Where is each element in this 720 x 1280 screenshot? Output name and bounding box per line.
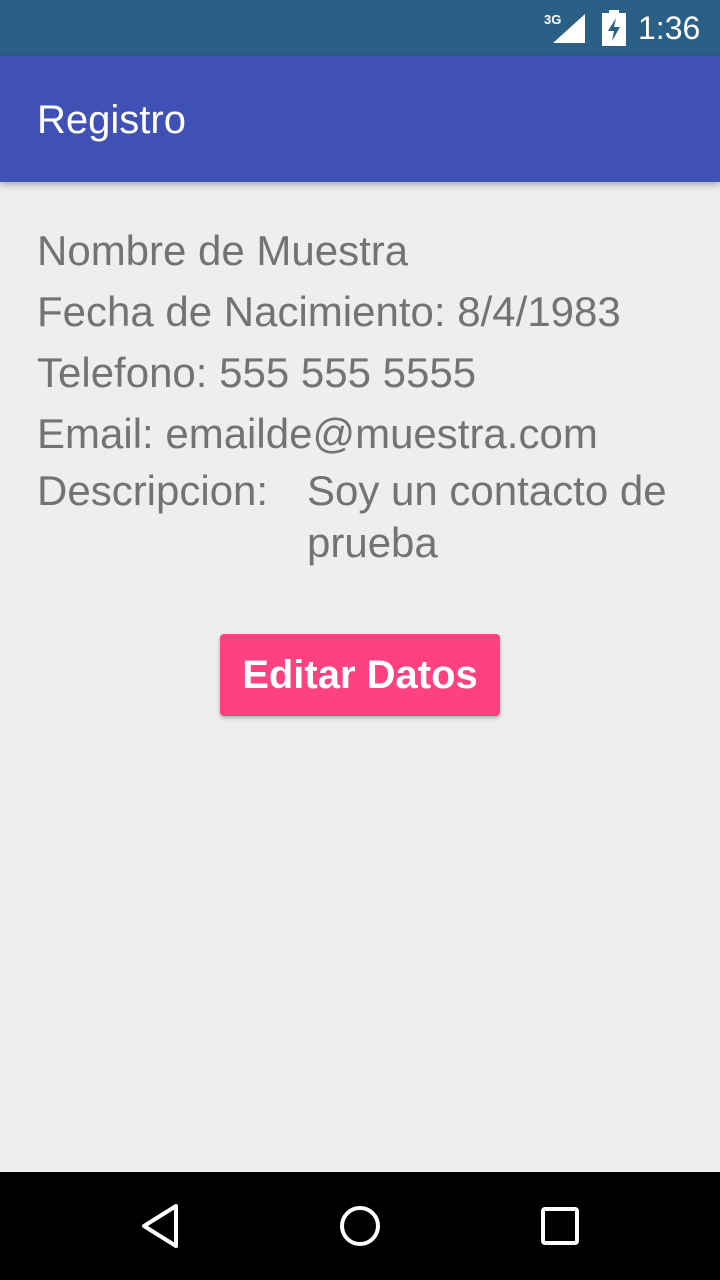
contact-email: Email: emailde@muestra.com [37, 410, 598, 457]
back-icon[interactable] [132, 1198, 188, 1254]
home-icon[interactable] [332, 1198, 388, 1254]
contact-birth-date: Fecha de Nacimiento: 8/4/1983 [37, 288, 621, 335]
edit-data-button[interactable]: Editar Datos [220, 634, 500, 716]
network-type-label: 3G [544, 12, 561, 27]
contact-details: Nombre de Muestra Fecha de Nacimiento: 8… [37, 220, 697, 569]
signal-icon: 3G [544, 12, 585, 43]
status-time: 1:36 [638, 10, 701, 46]
app-title: Registro [37, 98, 186, 142]
status-bar: 3G 1:36 [0, 0, 720, 56]
description-label: Descripcion: [37, 467, 269, 514]
battery-charging-icon [602, 10, 626, 46]
recents-icon[interactable] [532, 1198, 588, 1254]
description-value: Soy un contacto de prueba [307, 467, 667, 566]
navigation-bar [0, 1172, 720, 1280]
contact-name: Nombre de Muestra [37, 227, 409, 274]
app-bar: Registro [0, 56, 720, 182]
contact-description-row: Descripcion: Soy un contacto de prueba [37, 464, 697, 569]
contact-phone: Telefono: 555 555 5555 [37, 349, 477, 396]
